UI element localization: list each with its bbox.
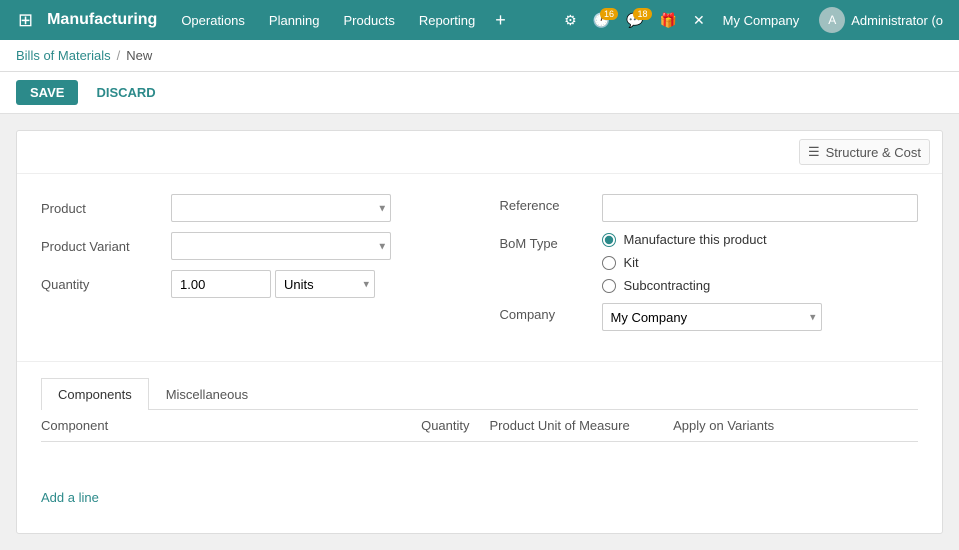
bom-type-subcontracting[interactable]: Subcontracting: [602, 278, 919, 293]
col-quantity-header: Quantity: [347, 418, 489, 433]
add-menu-icon[interactable]: +: [487, 10, 514, 31]
form-left-column: Product ▾ Product Variant ▾: [41, 194, 460, 341]
variant-label: Product Variant: [41, 239, 171, 254]
structure-cost-button[interactable]: ☰ Structure & Cost: [799, 139, 930, 165]
avatar: A: [819, 7, 845, 33]
discard-button[interactable]: DISCARD: [86, 80, 165, 105]
quantity-label: Quantity: [41, 277, 171, 292]
clock-badge: 16: [600, 8, 618, 20]
breadcrumb-current: New: [126, 48, 152, 63]
table-header: Component Quantity Product Unit of Measu…: [41, 410, 918, 442]
user-menu[interactable]: A Administrator (o: [811, 7, 951, 33]
company-field: My Company: [602, 303, 919, 331]
tab-components[interactable]: Components: [41, 378, 149, 410]
main-content: ☰ Structure & Cost Product ▾: [0, 114, 959, 550]
variant-input[interactable]: [171, 232, 391, 260]
product-input[interactable]: [171, 194, 391, 222]
company-row: Company My Company: [500, 303, 919, 331]
gift-icon[interactable]: 🎁: [654, 12, 683, 29]
product-row: Product ▾: [41, 194, 460, 222]
bom-type-row: BoM Type Manufacture this product Kit: [500, 232, 919, 293]
nav-products[interactable]: Products: [332, 0, 407, 40]
settings-icon[interactable]: ⚙: [558, 12, 583, 29]
company-select[interactable]: My Company: [602, 303, 822, 331]
qty-group: 1.00 Units kg g L mL Each: [171, 270, 375, 298]
breadcrumb-separator: /: [117, 48, 121, 63]
col-uom-header: Product Unit of Measure: [490, 418, 674, 433]
product-wrapper: ▾: [171, 194, 391, 222]
breadcrumb-parent[interactable]: Bills of Materials: [16, 48, 111, 63]
form-right-column: Reference BoM Type Manufacture this prod…: [460, 194, 919, 341]
nav-operations[interactable]: Operations: [169, 0, 257, 40]
company-name[interactable]: My Company: [715, 13, 808, 28]
navbar: ⊞ Manufacturing Operations Planning Prod…: [0, 0, 959, 40]
table-body: [41, 442, 918, 482]
reference-input[interactable]: [602, 194, 919, 222]
form-body: Product ▾ Product Variant ▾: [17, 174, 942, 361]
action-bar: SAVE DISCARD: [0, 72, 959, 114]
card-header: ☰ Structure & Cost: [17, 131, 942, 174]
structure-cost-label: Structure & Cost: [826, 145, 921, 160]
tabs-container: Components Miscellaneous: [17, 361, 942, 410]
components-table: Component Quantity Product Unit of Measu…: [17, 410, 942, 533]
apps-icon[interactable]: ⊞: [8, 10, 43, 31]
product-label: Product: [41, 201, 171, 216]
reference-row: Reference: [500, 194, 919, 222]
company-wrapper: My Company: [602, 303, 822, 331]
tab-miscellaneous[interactable]: Miscellaneous: [149, 378, 265, 410]
reference-field: [602, 194, 919, 222]
bom-type-label: BoM Type: [500, 232, 590, 251]
bom-type-kit-radio[interactable]: [602, 256, 616, 270]
main-nav: Operations Planning Products Reporting +: [169, 0, 558, 40]
add-line-button[interactable]: Add a line: [41, 482, 918, 513]
structure-cost-icon: ☰: [808, 144, 820, 160]
reference-label: Reference: [500, 194, 590, 213]
messages-badge: 18: [633, 8, 651, 20]
bom-type-manufacture-label: Manufacture this product: [624, 232, 767, 247]
variant-wrapper: ▾: [171, 232, 391, 260]
units-select[interactable]: Units kg g L mL Each: [275, 270, 375, 298]
brand-name: Manufacturing: [43, 11, 169, 29]
product-variant-row: Product Variant ▾: [41, 232, 460, 260]
save-button[interactable]: SAVE: [16, 80, 78, 105]
bom-type-group: Manufacture this product Kit Subcontract…: [602, 232, 919, 293]
nav-reporting[interactable]: Reporting: [407, 0, 487, 40]
company-label: Company: [500, 303, 590, 322]
form-columns: Product ▾ Product Variant ▾: [41, 194, 918, 341]
bom-type-kit[interactable]: Kit: [602, 255, 919, 270]
quantity-input[interactable]: 1.00: [171, 270, 271, 298]
col-component-header: Component: [41, 418, 347, 433]
bom-type-manufacture[interactable]: Manufacture this product: [602, 232, 919, 247]
bom-type-subcontracting-radio[interactable]: [602, 279, 616, 293]
bom-type-manufacture-radio[interactable]: [602, 233, 616, 247]
tabs: Components Miscellaneous: [41, 378, 918, 410]
clock-icon[interactable]: 🕐 16: [587, 12, 616, 29]
bom-type-kit-label: Kit: [624, 255, 639, 270]
close-icon[interactable]: ✕: [687, 12, 711, 29]
form-card: ☰ Structure & Cost Product ▾: [16, 130, 943, 534]
navbar-right: ⚙ 🕐 16 💬 18 🎁 ✕ My Company A Administrat…: [558, 7, 951, 33]
quantity-row: Quantity 1.00 Units kg g L mL Eac: [41, 270, 460, 298]
messages-icon[interactable]: 💬 18: [620, 12, 649, 29]
col-variants-header: Apply on Variants: [673, 418, 918, 433]
username: Administrator (o: [851, 13, 943, 28]
units-wrapper: Units kg g L mL Each: [275, 270, 375, 298]
bom-type-subcontracting-label: Subcontracting: [624, 278, 711, 293]
breadcrumb: Bills of Materials / New: [0, 40, 959, 72]
nav-planning[interactable]: Planning: [257, 0, 332, 40]
